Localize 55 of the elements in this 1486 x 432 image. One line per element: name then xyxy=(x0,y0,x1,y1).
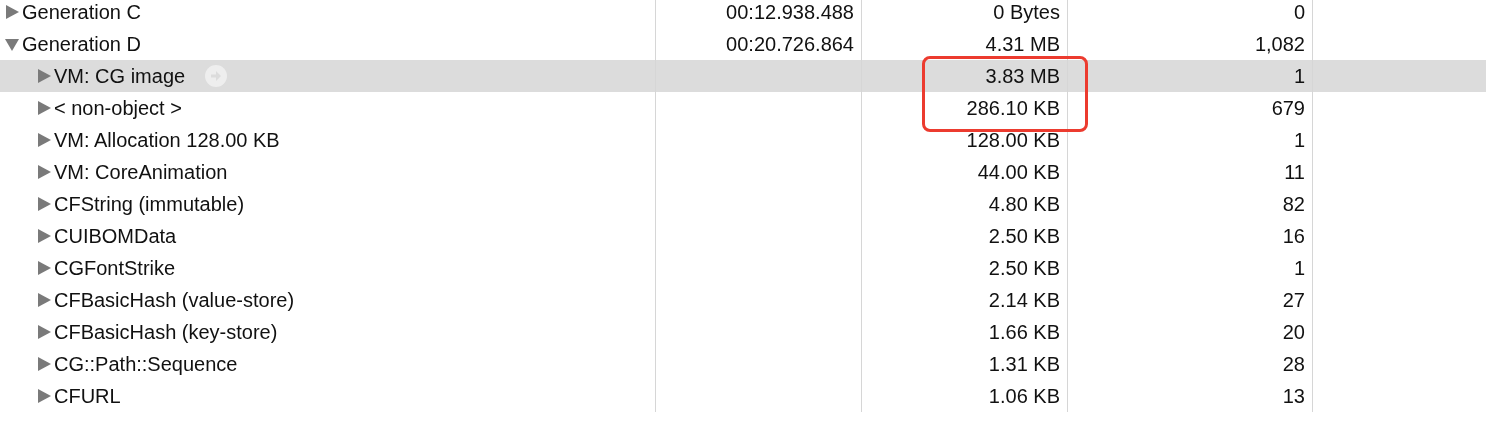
expand-triangle-icon[interactable] xyxy=(4,4,20,20)
row-name: VM: CoreAnimation xyxy=(54,160,228,184)
row-name: CFString (immutable) xyxy=(54,192,245,216)
size-cell: 2.50 KB xyxy=(988,224,1060,248)
count-cell: 679 xyxy=(1271,96,1305,120)
timestamp-cell: 00:20.726.864 xyxy=(726,32,854,56)
expand-triangle-icon[interactable] xyxy=(36,324,52,340)
count-cell: 1 xyxy=(1293,256,1305,280)
count-cell: 28 xyxy=(1282,352,1305,376)
size-cell: 4.80 KB xyxy=(988,192,1060,216)
row-name: CFBasicHash (value-store) xyxy=(54,288,295,312)
count-cell: 11 xyxy=(1284,160,1305,184)
row-name: Generation D xyxy=(22,32,141,56)
table-row[interactable]: VM: CG image 3.83 MB 1 xyxy=(0,60,1486,92)
size-cell: 2.14 KB xyxy=(988,288,1060,312)
expand-triangle-icon[interactable] xyxy=(36,260,52,276)
expand-triangle-icon[interactable] xyxy=(36,132,52,148)
size-cell: 128.00 KB xyxy=(966,128,1060,152)
expand-triangle-icon[interactable] xyxy=(36,100,52,116)
timestamp-cell: 00:12.938.488 xyxy=(726,0,854,24)
row-name: VM: CG image xyxy=(54,64,186,88)
expand-triangle-icon[interactable] xyxy=(36,196,52,212)
row-name: Generation C xyxy=(22,0,141,24)
count-cell: 13 xyxy=(1282,384,1305,408)
size-cell: 1.31 KB xyxy=(988,352,1060,376)
count-cell: 1 xyxy=(1293,64,1305,88)
size-cell: 4.31 MB xyxy=(985,32,1060,56)
count-cell: 82 xyxy=(1282,192,1305,216)
size-cell: 286.10 KB xyxy=(966,96,1060,120)
count-cell: 1,082 xyxy=(1254,32,1305,56)
row-name: VM: Allocation 128.00 KB xyxy=(54,128,280,152)
row-name: CUIBOMData xyxy=(54,224,177,248)
collapse-triangle-icon[interactable] xyxy=(4,36,20,52)
count-cell: 27 xyxy=(1282,288,1305,312)
size-cell: 2.50 KB xyxy=(988,256,1060,280)
row-name: CFBasicHash (key-store) xyxy=(54,320,278,344)
size-cell: 1.66 KB xyxy=(988,320,1060,344)
expand-triangle-icon[interactable] xyxy=(36,164,52,180)
row-name: CGFontStrike xyxy=(54,256,176,280)
row-name: < non-object > xyxy=(54,96,182,120)
count-cell: 1 xyxy=(1293,128,1305,152)
size-cell: 3.83 MB xyxy=(985,64,1060,88)
row-name: CFURL xyxy=(54,384,121,408)
count-cell: 20 xyxy=(1282,320,1305,344)
expand-triangle-icon[interactable] xyxy=(36,388,52,404)
expand-triangle-icon[interactable] xyxy=(36,228,52,244)
row-name: CG::Path::Sequence xyxy=(54,352,238,376)
expand-triangle-icon[interactable] xyxy=(36,68,52,84)
size-cell: 0 Bytes xyxy=(993,0,1060,24)
size-cell: 44.00 KB xyxy=(977,160,1060,184)
count-cell: 16 xyxy=(1282,224,1305,248)
expand-triangle-icon[interactable] xyxy=(36,292,52,308)
expand-triangle-icon[interactable] xyxy=(36,356,52,372)
count-cell: 0 xyxy=(1293,0,1305,24)
size-cell: 1.06 KB xyxy=(988,384,1060,408)
